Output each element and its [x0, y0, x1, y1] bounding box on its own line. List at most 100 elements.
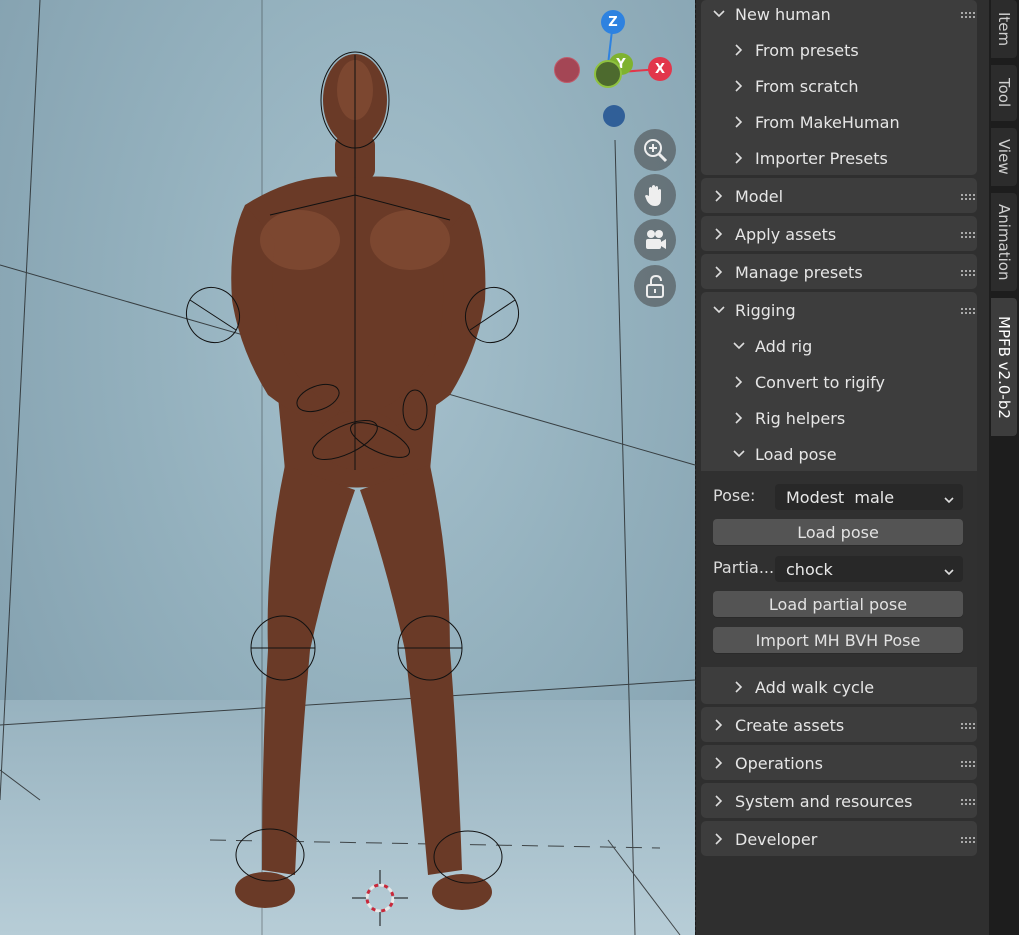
mpfb-sidebar: New human From presets From scratch From…	[695, 0, 990, 935]
drag-handle-icon[interactable]	[961, 226, 977, 245]
pan-button[interactable]	[634, 174, 676, 216]
load-partial-pose-button[interactable]: Load partial pose	[713, 591, 963, 617]
panel-header-create-assets[interactable]: Create assets	[701, 707, 987, 743]
tab-view[interactable]: View	[991, 128, 1017, 186]
chevron-right-icon	[731, 42, 747, 58]
subpanel-convert-to-rigify[interactable]: Convert to rigify	[701, 364, 1007, 400]
panel-title: Developer	[735, 829, 818, 849]
gizmo-z-label: Z	[608, 14, 618, 30]
panel-title: System and resources	[735, 791, 913, 811]
chevron-right-icon	[711, 717, 727, 733]
panel-model: Model	[701, 178, 977, 213]
chevron-right-icon	[731, 374, 747, 390]
subpanel-importer-presets[interactable]: Importer Presets	[701, 140, 1007, 176]
gizmo-neg-x-icon[interactable]	[554, 57, 580, 83]
chevron-down-icon	[731, 446, 747, 462]
drag-handle-icon[interactable]	[961, 717, 977, 736]
panel-header-developer[interactable]: Developer	[701, 821, 987, 857]
chevron-right-icon	[711, 831, 727, 847]
pose-dropdown-value: Modest male	[786, 487, 895, 507]
panel-new-human: New human From presets From scratch From…	[701, 0, 977, 175]
3d-viewport[interactable]: Y Z X	[0, 0, 695, 935]
tab-animation[interactable]: Animation	[991, 193, 1017, 291]
drag-handle-icon[interactable]	[961, 302, 977, 321]
panel-header-model[interactable]: Model	[701, 178, 987, 214]
panel-title: Manage presets	[735, 262, 863, 282]
tab-item[interactable]: Item	[991, 0, 1017, 58]
pose-dropdown[interactable]: Modest male	[775, 484, 963, 510]
chevron-right-icon	[731, 410, 747, 426]
chevron-right-icon	[711, 264, 727, 280]
panel-operations: Operations	[701, 745, 977, 780]
lock-view-button[interactable]	[634, 265, 676, 307]
panel-developer: Developer	[701, 821, 977, 856]
panel-title: Create assets	[735, 715, 845, 735]
tab-label: MPFB v2.0-b2	[995, 315, 1013, 419]
load-pose-content: Pose: Modest male Load pose Partia... ch…	[701, 471, 977, 667]
panel-title: Rigging	[735, 300, 796, 320]
tab-tool[interactable]: Tool	[991, 65, 1017, 121]
3d-cursor-icon	[352, 870, 408, 926]
drag-handle-icon[interactable]	[961, 831, 977, 850]
panel-title: Operations	[735, 753, 823, 773]
subpanel-from-makehuman[interactable]: From MakeHuman	[701, 104, 1007, 140]
subpanel-from-scratch[interactable]: From scratch	[701, 68, 1007, 104]
partial-label: Partia...	[713, 558, 775, 577]
subpanel-label: Convert to rigify	[755, 372, 885, 392]
subpanel-from-presets[interactable]: From presets	[701, 32, 1007, 68]
drag-handle-icon[interactable]	[961, 6, 977, 25]
load-pose-button[interactable]: Load pose	[713, 519, 963, 545]
drag-handle-icon[interactable]	[961, 793, 977, 812]
chevron-right-icon	[711, 188, 727, 204]
subpanel-add-walk-cycle[interactable]: Add walk cycle	[701, 669, 1007, 705]
camera-view-button[interactable]	[634, 219, 676, 261]
chevron-down-icon	[943, 563, 955, 582]
subpanel-load-pose[interactable]: Load pose	[701, 436, 1007, 472]
tab-label: View	[995, 139, 1013, 175]
subpanel-label: From MakeHuman	[755, 112, 900, 132]
panel-apply-assets: Apply assets	[701, 216, 977, 251]
drag-handle-icon[interactable]	[961, 755, 977, 774]
panel-rigging: Rigging Add rig Convert to rigify Rig he…	[701, 292, 977, 704]
chevron-down-icon	[943, 491, 955, 510]
subpanel-label: Load pose	[755, 444, 837, 464]
gizmo-z-icon[interactable]: Z	[601, 10, 625, 34]
hand-pan-icon	[645, 185, 661, 206]
panel-title: New human	[735, 4, 831, 24]
panel-header-system-resources[interactable]: System and resources	[701, 783, 987, 819]
panel-header-rigging[interactable]: Rigging	[701, 292, 987, 328]
subpanel-add-rig[interactable]: Add rig	[701, 328, 1007, 364]
sidebar-tab-strip: Item Tool View Animation MPFB v2.0-b2	[989, 0, 1019, 935]
panel-header-manage-presets[interactable]: Manage presets	[701, 254, 987, 290]
chevron-down-icon	[711, 6, 727, 22]
tab-mpfb[interactable]: MPFB v2.0-b2	[991, 298, 1017, 436]
tab-label: Animation	[995, 203, 1013, 281]
tab-label: Item	[995, 11, 1013, 47]
partial-pose-dropdown[interactable]: chock	[775, 556, 963, 582]
subpanel-rig-helpers[interactable]: Rig helpers	[701, 400, 1007, 436]
subpanel-label: Add walk cycle	[755, 677, 875, 697]
subpanel-label: From presets	[755, 40, 859, 60]
drag-handle-icon[interactable]	[961, 188, 977, 207]
gizmo-neg-y-icon[interactable]	[594, 60, 622, 88]
gizmo-neg-z-icon[interactable]	[603, 105, 625, 127]
chevron-right-icon	[711, 755, 727, 771]
subpanel-label: From scratch	[755, 76, 859, 96]
panel-header-apply-assets[interactable]: Apply assets	[701, 216, 987, 252]
drag-handle-icon[interactable]	[961, 264, 977, 283]
zoom-icon	[644, 139, 668, 163]
chevron-down-icon	[711, 302, 727, 318]
panel-header-new-human[interactable]: New human	[701, 0, 987, 32]
zoom-button[interactable]	[634, 129, 676, 171]
lock-icon	[646, 274, 664, 298]
chevron-right-icon	[731, 150, 747, 166]
panel-title: Model	[735, 186, 784, 206]
gizmo-x-icon[interactable]: X	[648, 57, 672, 81]
panel-header-operations[interactable]: Operations	[701, 745, 987, 781]
chevron-right-icon	[711, 226, 727, 242]
chevron-right-icon	[731, 679, 747, 695]
pose-label: Pose:	[713, 486, 756, 505]
panel-system-resources: System and resources	[701, 783, 977, 818]
gizmo-x-label: X	[654, 61, 666, 77]
import-mh-bvh-pose-button[interactable]: Import MH BVH Pose	[713, 627, 963, 653]
